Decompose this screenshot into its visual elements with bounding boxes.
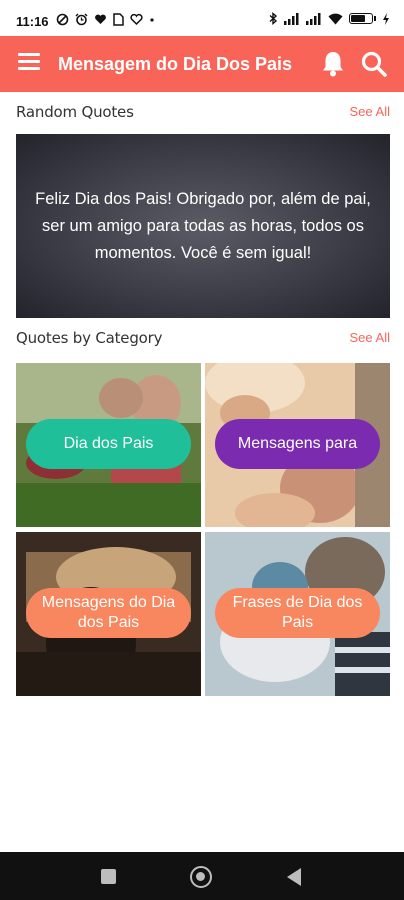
status-system-icons <box>268 12 390 25</box>
bluetooth-icon <box>269 12 278 25</box>
category-header: Quotes by Category See All <box>16 329 390 351</box>
random-quote-card[interactable]: Feliz Dia dos Pais! Obrigado por, além d… <box>16 134 390 318</box>
category-tile-mensagens-do-dia-dos-pais[interactable]: Mensagens do Dia dos Pais <box>16 532 201 696</box>
menu-icon[interactable] <box>18 53 40 75</box>
category-label: Frases de Dia dos Pais <box>215 588 380 638</box>
category-see-all-link[interactable]: See All <box>350 330 390 345</box>
status-bar: 11:16 <box>0 0 404 36</box>
system-nav-bar <box>0 852 404 900</box>
app-title: Mensagem do Dia Dos Pais <box>58 54 293 74</box>
category-label: Mensagens do Dia dos Pais <box>26 588 191 638</box>
category-title: Quotes by Category <box>16 329 163 347</box>
recents-button[interactable] <box>101 869 116 884</box>
charging-icon <box>383 12 389 25</box>
heart-pulse-icon <box>130 13 143 26</box>
alarm-icon <box>75 13 88 26</box>
data-saver-icon <box>56 13 69 26</box>
category-label: Dia dos Pais <box>26 419 191 469</box>
home-button[interactable] <box>190 866 212 888</box>
category-label: Mensagens para <box>215 419 380 469</box>
status-notification-icons <box>56 13 155 26</box>
back-button[interactable] <box>287 868 301 886</box>
random-quotes-title: Random Quotes <box>16 103 134 121</box>
battery-icon <box>349 13 376 24</box>
random-quote-text: Feliz Dia dos Pais! Obrigado por, além d… <box>35 189 371 262</box>
heart-icon <box>95 14 106 24</box>
app-bar: Mensagem do Dia Dos Pais <box>0 36 404 92</box>
signal-icon <box>284 12 299 25</box>
wifi-icon <box>328 13 343 24</box>
random-quotes-header: Random Quotes See All <box>16 103 390 125</box>
category-tile-mensagens-para[interactable]: Mensagens para <box>205 363 390 527</box>
signal-icon <box>306 12 321 25</box>
bell-icon[interactable] <box>320 50 346 78</box>
dot-icon <box>150 18 154 22</box>
search-icon[interactable] <box>360 50 388 78</box>
status-time: 11:16 <box>16 14 49 29</box>
random-quotes-see-all-link[interactable]: See All <box>350 104 390 119</box>
sim-icon <box>113 13 124 26</box>
category-tile-frases-de-dia-dos-pais[interactable]: Frases de Dia dos Pais <box>205 532 390 696</box>
category-tile-dia-dos-pais[interactable]: Dia dos Pais <box>16 363 201 527</box>
